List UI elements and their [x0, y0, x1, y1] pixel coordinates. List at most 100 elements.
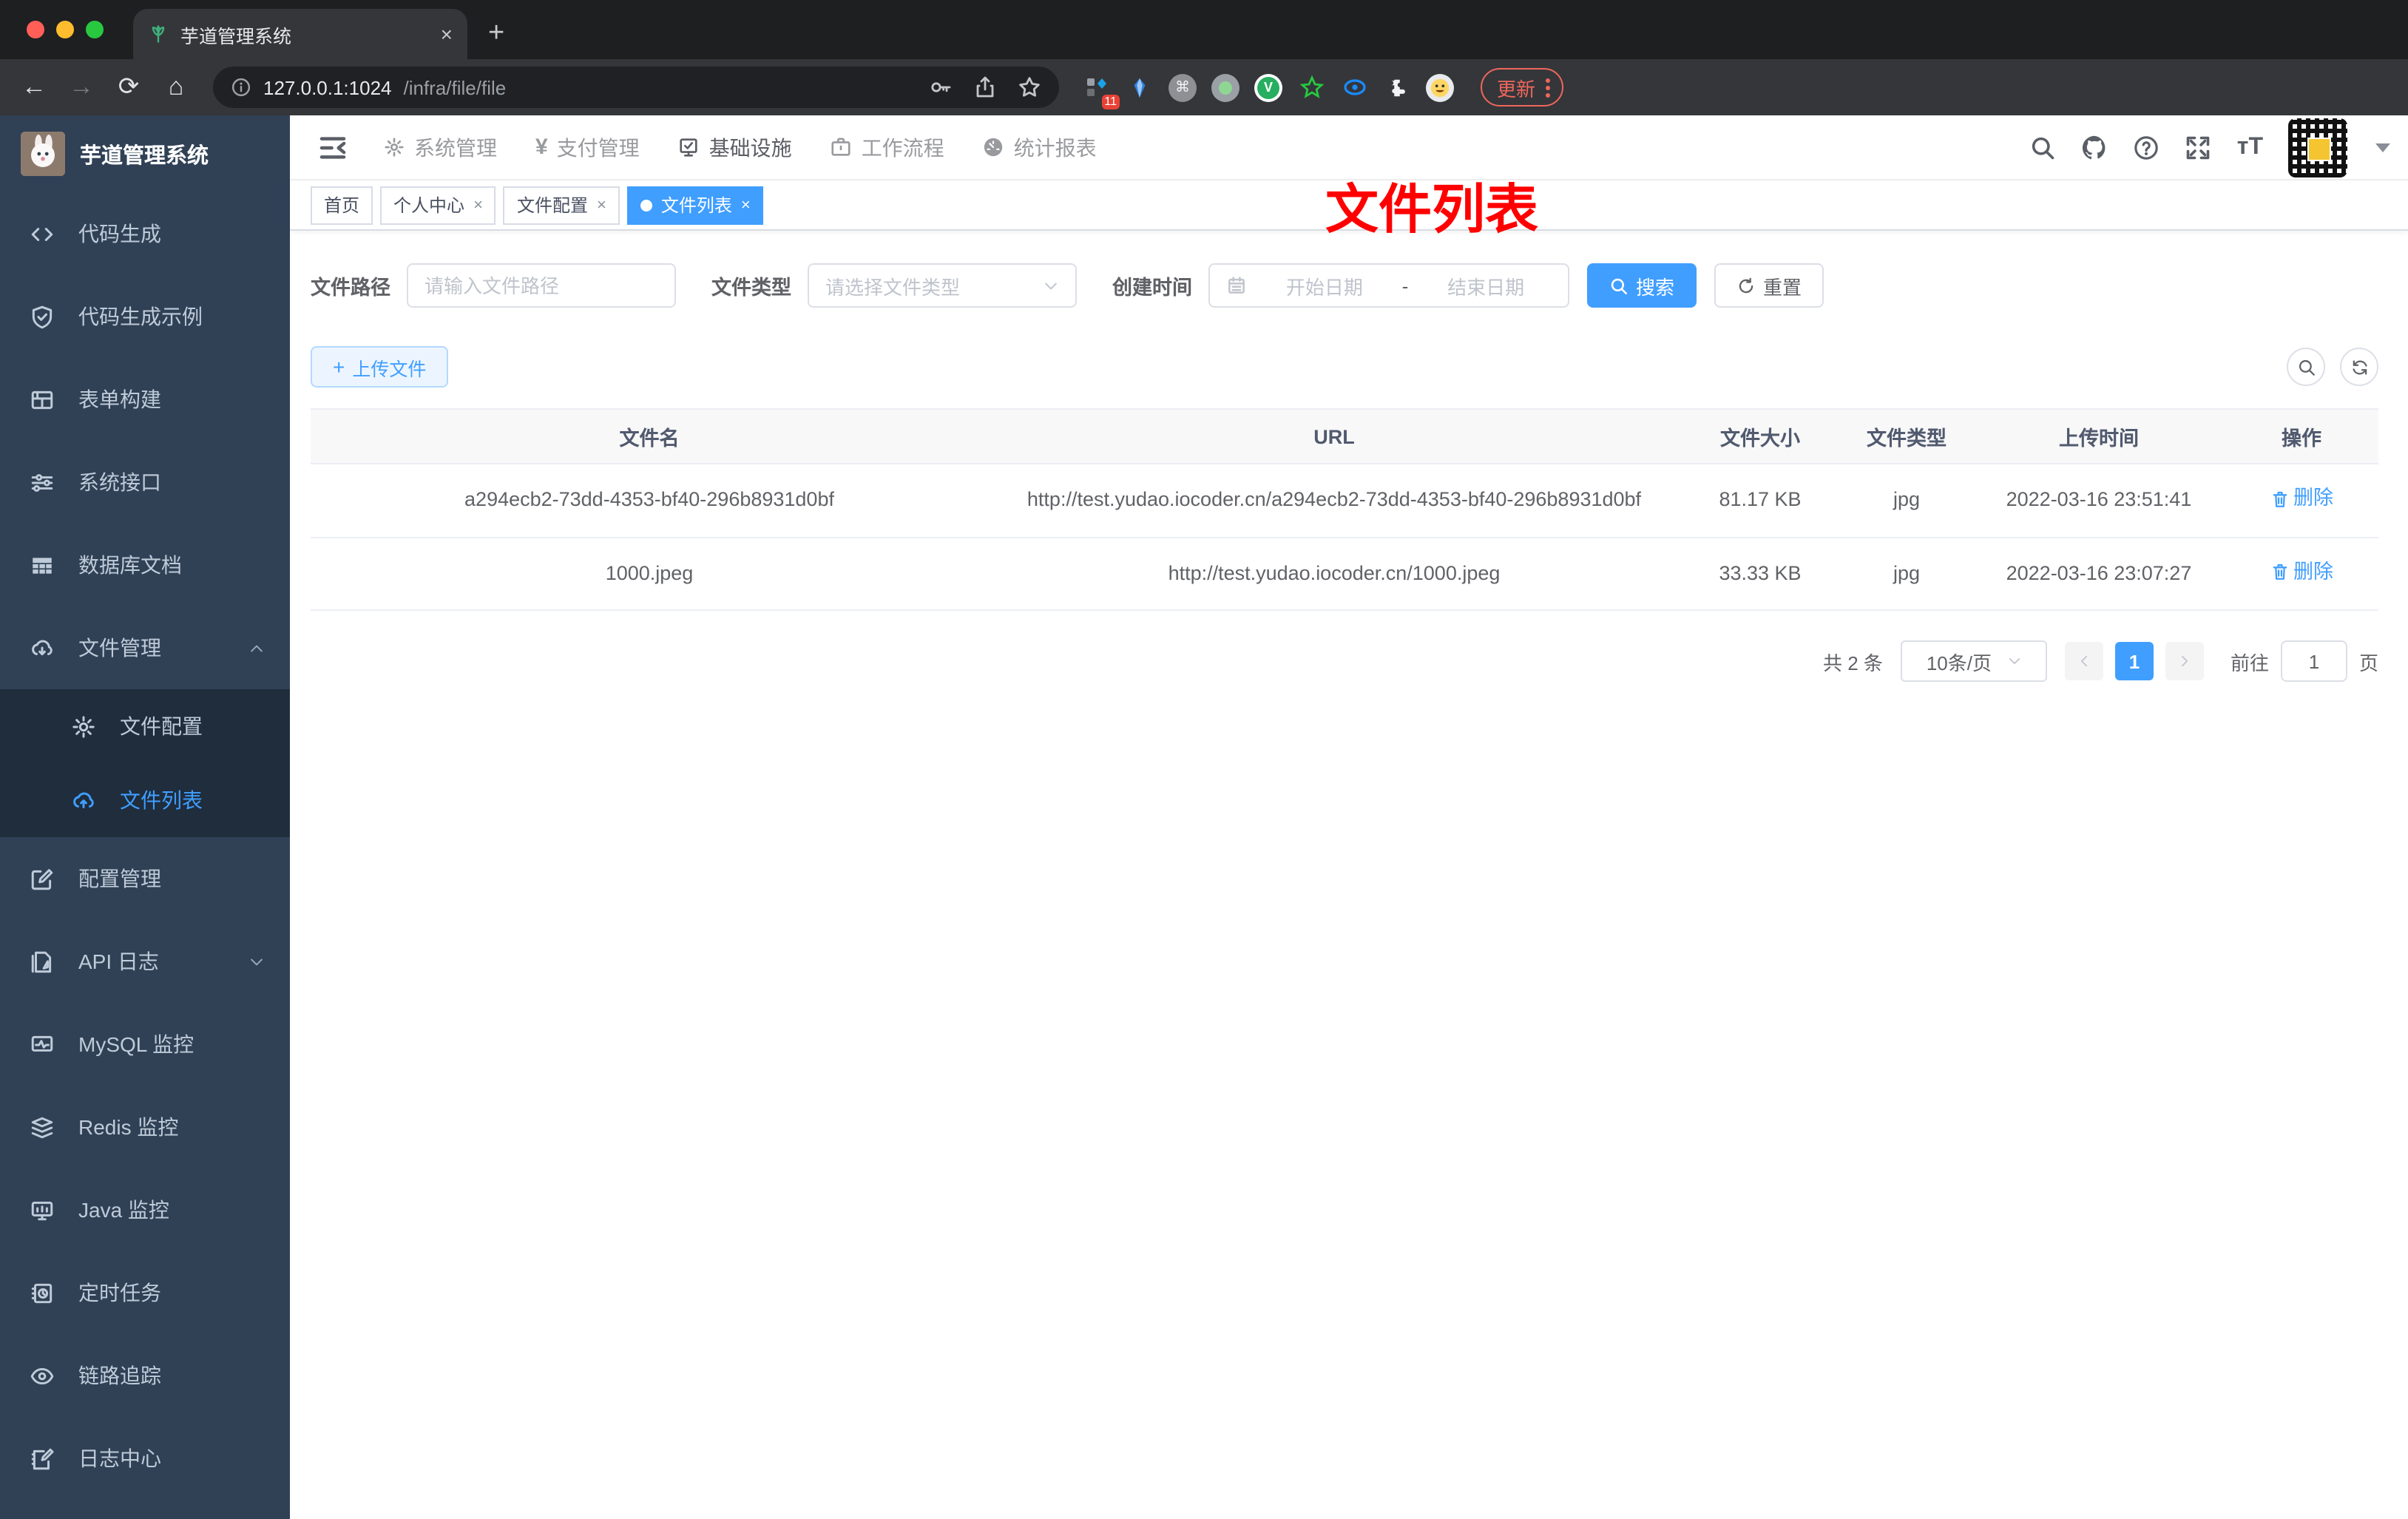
password-key-icon[interactable]: [929, 75, 953, 99]
yuan-icon: ¥: [535, 135, 548, 160]
extension-green-dot-icon[interactable]: [1211, 73, 1239, 101]
address-bar[interactable]: 127.0.0.1:1024/infra/file/file: [213, 67, 1059, 108]
topnav-system-management[interactable]: 系统管理: [364, 115, 516, 180]
start-date-placeholder[interactable]: 开始日期: [1259, 271, 1390, 300]
site-info-icon[interactable]: [231, 77, 251, 98]
cell-file-size: 81.17 KB: [1680, 464, 1840, 538]
browser-toolbar: ← → ⟳ ⌂ 127.0.0.1:1024/infra/file/file 1…: [0, 59, 2408, 115]
monitor-pulse-icon: [30, 1032, 55, 1057]
sidebar-item-form-builder[interactable]: 表单构建: [0, 358, 290, 441]
sliders-icon: [30, 470, 55, 495]
tab-close-icon[interactable]: ×: [441, 24, 453, 44]
table-toolbar: + 上传文件: [311, 346, 2378, 388]
topnav-payment-management[interactable]: ¥ 支付管理: [516, 115, 659, 180]
tag-close-icon[interactable]: ×: [741, 196, 751, 214]
sidebar-logo[interactable]: 芋道管理系统: [0, 115, 290, 192]
topnav-workflow[interactable]: 工作流程: [811, 115, 964, 180]
zoom-window-button[interactable]: [86, 21, 104, 38]
help-icon[interactable]: [2134, 134, 2160, 160]
tag-profile[interactable]: 个人中心 ×: [380, 186, 496, 224]
extension-emoji-icon[interactable]: [1426, 73, 1454, 101]
close-window-button[interactable]: [27, 21, 44, 38]
page-size-select[interactable]: 10条/页: [1900, 640, 2047, 682]
search-icon[interactable]: [2030, 134, 2057, 160]
sidebar-item-config-management[interactable]: 配置管理: [0, 837, 290, 920]
extensions-row: 11 ⌘ V 更新: [1083, 68, 1564, 109]
github-icon[interactable]: [2082, 134, 2108, 160]
extension-command-icon[interactable]: ⌘: [1169, 73, 1197, 101]
delete-button[interactable]: 删除: [2270, 482, 2333, 515]
goto-page-input[interactable]: [2280, 640, 2347, 682]
reset-button[interactable]: 重置: [1714, 263, 1824, 308]
table-header-row: 文件名 URL 文件大小 文件类型 上传时间 操作: [311, 408, 2378, 464]
topnav-statistics[interactable]: 统计报表: [964, 115, 1116, 180]
tag-home[interactable]: 首页: [311, 186, 373, 224]
col-url: URL: [988, 408, 1680, 464]
next-page-button[interactable]: [2165, 642, 2204, 680]
favicon-plant-icon: [148, 24, 169, 44]
share-icon[interactable]: [973, 75, 997, 99]
sidebar-item-scheduled-task[interactable]: 定时任务: [0, 1251, 290, 1334]
refresh-table-button[interactable]: [2340, 348, 2378, 386]
file-type-select[interactable]: 请选择文件类型: [808, 263, 1077, 308]
delete-button[interactable]: 删除: [2270, 555, 2333, 588]
back-button[interactable]: ←: [15, 72, 53, 102]
tag-file-config[interactable]: 文件配置 ×: [503, 186, 620, 224]
refresh-icon: [2350, 357, 2369, 376]
sidebar-item-file-config[interactable]: 文件配置: [0, 689, 290, 763]
browser-tab[interactable]: 芋道管理系统 ×: [133, 9, 467, 59]
tag-file-list-active[interactable]: 文件列表 ×: [626, 186, 764, 224]
end-date-placeholder[interactable]: 结束日期: [1420, 271, 1552, 300]
sidebar-item-java-monitor[interactable]: Java 监控: [0, 1168, 290, 1251]
minimize-window-button[interactable]: [56, 21, 74, 38]
new-tab-button[interactable]: +: [488, 18, 504, 50]
extension-eye-icon[interactable]: [1340, 73, 1368, 101]
sidebar-item-log-center[interactable]: 日志中心: [0, 1417, 290, 1500]
sidebar-item-mysql-monitor[interactable]: MySQL 监控: [0, 1003, 290, 1086]
shield-check-icon: [30, 304, 55, 329]
sidebar-item-system-api[interactable]: 系统接口: [0, 441, 290, 524]
prev-page-button[interactable]: [2064, 642, 2103, 680]
browser-menu-icon[interactable]: [1546, 78, 1551, 97]
col-file-type: 文件类型: [1840, 408, 1973, 464]
file-path-input[interactable]: [407, 263, 676, 308]
tag-close-icon[interactable]: ×: [473, 196, 483, 214]
red-annotation: 文件列表: [1325, 179, 1539, 240]
chrome-update-button[interactable]: 更新: [1481, 68, 1564, 106]
current-page[interactable]: 1: [2114, 642, 2154, 680]
avatar-caret-down-icon[interactable]: [2375, 143, 2390, 152]
extensions-puzzle-icon[interactable]: [1383, 73, 1411, 101]
fullscreen-icon[interactable]: [2185, 134, 2212, 160]
sidebar-item-file-list[interactable]: 文件列表: [0, 763, 290, 837]
cell-file-size: 33.33 KB: [1680, 537, 1840, 611]
date-range-picker[interactable]: 开始日期 - 结束日期: [1208, 263, 1569, 308]
log-edit-icon: [30, 1446, 55, 1471]
sidebar-item-redis-monitor[interactable]: Redis 监控: [0, 1086, 290, 1168]
bookmark-star-icon[interactable]: [1018, 75, 1041, 99]
sidebar-item-trace[interactable]: 链路追踪: [0, 1334, 290, 1417]
avatar[interactable]: [2288, 118, 2347, 177]
table-filled-icon: [30, 552, 55, 578]
upload-file-button[interactable]: + 上传文件: [311, 346, 449, 388]
extension-tab-manager-icon[interactable]: 11: [1083, 73, 1120, 109]
extension-balloon-icon[interactable]: [1126, 73, 1154, 101]
reload-button[interactable]: ⟳: [109, 72, 148, 102]
header-actions: ᴛT: [2030, 118, 2390, 177]
toggle-search-button[interactable]: [2287, 348, 2325, 386]
chevron-down-icon: [2006, 654, 2021, 669]
font-size-icon[interactable]: ᴛT: [2237, 134, 2263, 160]
sidebar-item-database-doc[interactable]: 数据库文档: [0, 524, 290, 606]
sidebar-item-file-management[interactable]: 文件管理: [0, 606, 290, 689]
tag-close-icon[interactable]: ×: [597, 196, 606, 214]
window-controls[interactable]: [27, 21, 104, 38]
sidebar-item-code-generation-example[interactable]: 代码生成示例: [0, 275, 290, 358]
extension-v-icon[interactable]: V: [1254, 73, 1282, 101]
home-button[interactable]: ⌂: [157, 72, 195, 102]
sidebar-collapse-icon[interactable]: [317, 131, 349, 163]
forward-button[interactable]: →: [62, 72, 101, 102]
sidebar-item-api-log[interactable]: API 日志: [0, 920, 290, 1003]
search-button[interactable]: 搜索: [1587, 263, 1697, 308]
sidebar-item-code-generation[interactable]: 代码生成: [0, 192, 290, 275]
extension-star-icon[interactable]: [1297, 73, 1325, 101]
topnav-infrastructure[interactable]: 基础设施: [659, 115, 811, 180]
